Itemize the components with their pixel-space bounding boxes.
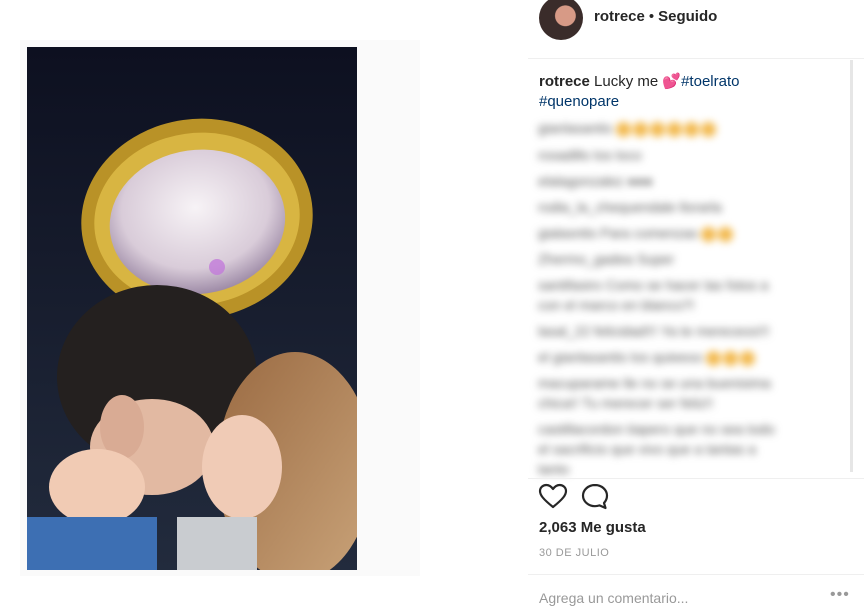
comment-item: castillacordon tiapero que no sea todo [538, 421, 775, 437]
comment-item: elalagonzalez ●●● [538, 173, 653, 189]
heart-outline-icon [538, 483, 568, 509]
divider [528, 574, 864, 575]
speech-bubble-icon [581, 483, 609, 510]
comment-item: gianlasantis [538, 120, 718, 137]
comment-item: chica!! Tu merecer ser feliz!! [538, 395, 714, 411]
comment-item: rodia_la_chequendale llorarla [538, 199, 722, 215]
comment-item: con el marco en blanco?! [538, 297, 695, 313]
hashtag-link[interactable]: #quenopare [539, 93, 619, 110]
divider [528, 58, 864, 59]
post-header: rotrece • Seguido [528, 0, 864, 44]
comment-item: Zhermo_gadea Super [538, 251, 675, 267]
header-username[interactable]: rotrece [594, 8, 645, 25]
caption-text: Lucky me [594, 73, 659, 90]
add-comment-input[interactable] [539, 588, 829, 608]
comment-item: el gianlasantis los quieeoo [538, 349, 757, 366]
like-button[interactable] [538, 482, 568, 512]
follow-status-button[interactable]: Seguido [658, 8, 717, 25]
post-caption: rotrece Lucky me 💕#toelrato #quenopare [539, 72, 849, 112]
comment-item: macuparame lle no se una buenisima [538, 375, 771, 391]
post-photo[interactable] [27, 47, 357, 570]
post-date: 30 DE JULIO [539, 547, 610, 559]
likes-count[interactable]: 2,063 Me gusta [539, 519, 646, 536]
header-separator: • [648, 8, 655, 25]
more-options-button[interactable]: ••• [830, 586, 850, 604]
photo-illustration [27, 47, 357, 570]
comment-item: lasal_22 felicidad!!! Ya te mereceos!!! [538, 323, 770, 339]
comment-item: santifasiro Como se hacer las fotos a [538, 277, 769, 293]
comment-item: gialasntis Para comenzas [538, 225, 735, 242]
avatar[interactable] [539, 0, 583, 40]
divider [528, 478, 864, 479]
hashtag-link[interactable]: #toelrato [681, 73, 739, 90]
comment-button[interactable] [580, 482, 610, 512]
heart-emoji: 💕 [662, 73, 682, 90]
comments-list[interactable]: gianlasantis rosadillo los loco elalagon… [528, 116, 856, 478]
header-line: rotrece • Seguido [594, 8, 717, 25]
comment-item: tanto [538, 461, 570, 477]
comment-item: rosadillo los loco [538, 147, 642, 163]
post-side-panel: rotrece • Seguido rotrece Lucky me 💕#toelr… [528, 0, 864, 608]
comments-scrollbar[interactable] [850, 60, 853, 472]
comment-item: el sacrificio que vivo que a tantas a [538, 441, 756, 457]
caption-username[interactable]: rotrece [539, 73, 590, 90]
